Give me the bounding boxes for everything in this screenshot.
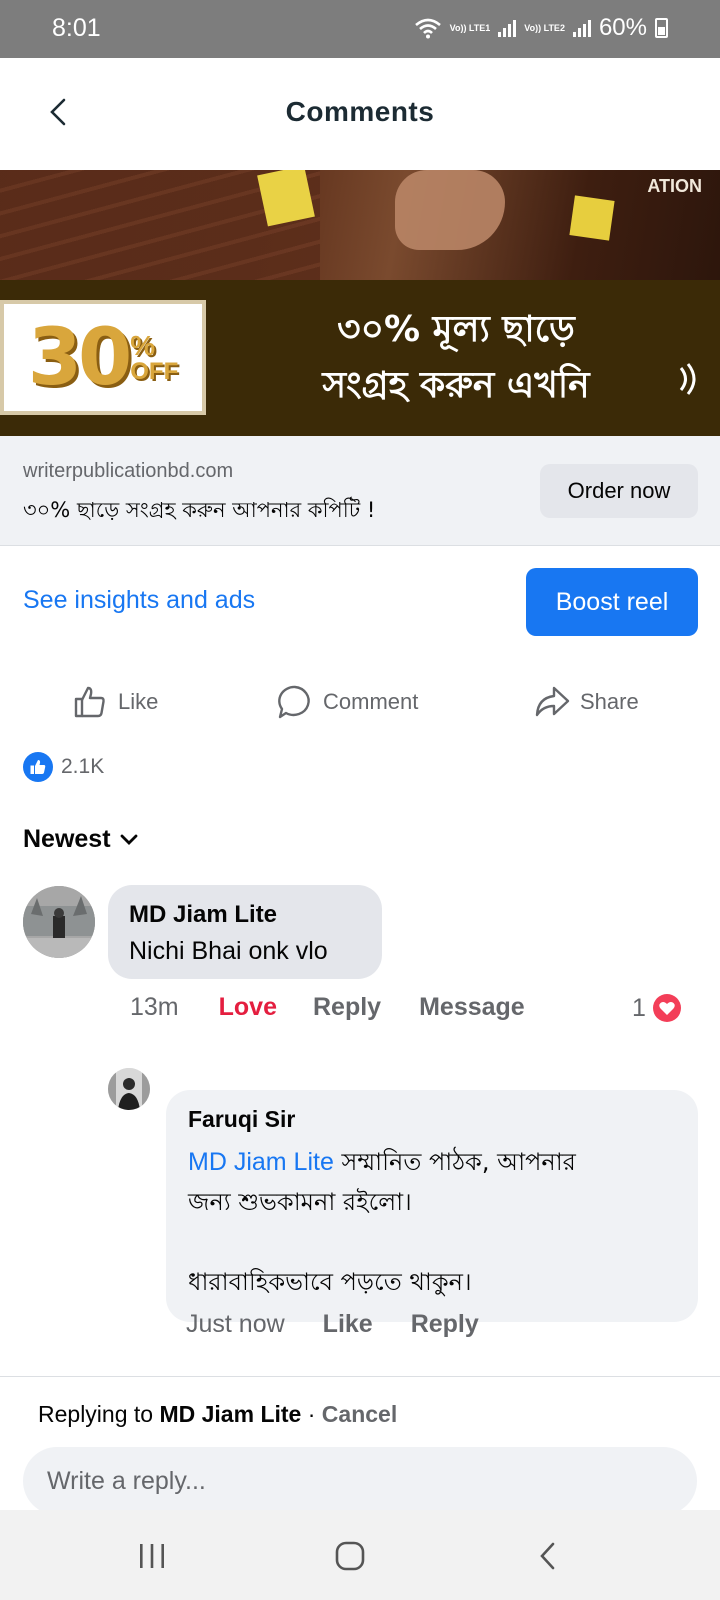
page-title: Comments [285, 96, 435, 127]
home-icon [335, 1541, 365, 1571]
reply-like-link[interactable]: Like [323, 1310, 373, 1339]
comment-bubble[interactable]: MD Jiam Lite Nichi Bhai onk vlo [108, 885, 382, 979]
network-lte2: Vo)) LTE2 [524, 22, 565, 33]
replying-target: MD Jiam Lite [159, 1401, 302, 1427]
header: Comments [0, 58, 720, 168]
reply-text-line3: ধারাবাহিকভাবে পড়তে থাকুন। [188, 1268, 472, 1296]
comment-reaction-count: 1 [632, 993, 646, 1022]
reply-text-line1: সম্মানিত পাঠক, আপনার [333, 1148, 576, 1176]
ad-headline: ৩০% মূল্য ছাড়ে সংগ্রহ করুন এখনি [222, 302, 690, 414]
wifi-icon [414, 18, 441, 39]
ad-tagline: ৩০% ছাড়ে সংগ্রহ করুন আপনার কপিটি ! [23, 498, 376, 522]
comment-time: 13m [130, 993, 179, 1021]
heart-icon [652, 994, 681, 1022]
signal-icon [498, 19, 517, 37]
order-now-button[interactable]: Order now [540, 464, 698, 518]
system-nav-bar [0, 1510, 720, 1600]
comment-author[interactable]: MD Jiam Lite [129, 901, 277, 929]
ad-headline-line2: সংগ্রহ করুন এখনি [322, 365, 590, 406]
like-label: Like [118, 689, 159, 714]
ad-link-bar[interactable]: writerpublicationbd.com ৩০% ছাড়ে সংগ্রহ… [0, 436, 720, 546]
reaction-count: 2.1K [61, 755, 105, 778]
ad-photo-note [569, 195, 615, 241]
share-label: Share [580, 689, 639, 714]
love-link[interactable]: Love [219, 993, 277, 1022]
replying-separator: · [301, 1401, 322, 1427]
sort-dropdown[interactable]: Newest [23, 825, 139, 854]
ad-photo: ATION [0, 170, 720, 280]
avatar[interactable] [23, 886, 95, 958]
reply-meta: Just now Like Reply [186, 1310, 479, 1339]
avatar[interactable] [108, 1068, 150, 1110]
status-icons: Vo)) LTE1 Vo)) LTE2 60% [414, 14, 668, 42]
share-icon [535, 686, 570, 717]
discount-number: 30 [27, 312, 133, 403]
ad-photo-note [257, 170, 315, 227]
reply-time: Just now [186, 1310, 285, 1338]
reply-composer: Replying to MD Jiam Lite · Cancel [0, 1376, 720, 1515]
recent-apps-button[interactable] [122, 1528, 182, 1584]
discount-percent: % [130, 329, 156, 361]
reply-spacer [188, 1222, 680, 1262]
comment-icon [278, 685, 310, 719]
message-link[interactable]: Message [419, 993, 525, 1022]
ad-banner: 30 % OFF ৩০% মূল্য ছাড়ে সংগ্রহ করুন এখন… [0, 280, 720, 436]
sound-icon[interactable] [678, 362, 700, 396]
reaction-summary[interactable]: 2.1K [23, 752, 104, 782]
ad-image[interactable]: ATION 30 % OFF ৩০% মূল্য ছাড়ে সংগ্রহ কর… [0, 170, 720, 436]
cancel-reply-button[interactable]: Cancel [322, 1401, 397, 1427]
like-button[interactable]: Like [72, 672, 158, 732]
ad-headline-line1: ৩০% মূল্য ছাড়ে [337, 309, 575, 350]
like-reaction-icon [23, 752, 53, 782]
see-insights-link[interactable]: See insights and ads [23, 586, 255, 615]
home-button[interactable] [320, 1528, 380, 1584]
battery-percent: 60% [598, 14, 647, 41]
discount-badge: 30 % OFF [0, 300, 206, 415]
comment-text: Nichi Bhai onk vlo [129, 937, 328, 965]
action-row: Like Comment Share [0, 672, 720, 732]
signal-icon [572, 19, 591, 37]
recent-apps-icon [140, 1544, 164, 1568]
comment-reactions[interactable]: 1 [632, 993, 682, 1023]
boost-reel-button[interactable]: Boost reel [526, 568, 698, 636]
chevron-down-icon [120, 834, 137, 845]
replying-prefix: Replying to [38, 1401, 160, 1427]
comment-label: Comment [323, 689, 419, 714]
thumbs-up-icon [30, 760, 46, 774]
comment-meta: 13m Love Reply Message [130, 993, 525, 1022]
system-back-button[interactable] [518, 1528, 578, 1584]
avatar-image [108, 1068, 150, 1110]
thumbs-up-icon [74, 686, 105, 718]
status-bar: 8:01 Vo)) LTE1 Vo)) LTE2 60% [0, 0, 720, 58]
reply-reply-link[interactable]: Reply [411, 1310, 479, 1339]
reply-bubble[interactable]: Faruqi Sir MD Jiam Lite সম্মানিত পাঠক, আ… [166, 1090, 698, 1322]
replying-to-label: Replying to MD Jiam Lite · Cancel [38, 1401, 397, 1428]
reply-input[interactable] [23, 1447, 697, 1515]
reply-text: MD Jiam Lite সম্মানিত পাঠক, আপনার জন্য শ… [188, 1142, 680, 1302]
sort-label: Newest [23, 825, 111, 853]
comment-button[interactable]: Comment [277, 672, 418, 732]
mention-link[interactable]: MD Jiam Lite [188, 1148, 334, 1176]
battery-icon [655, 18, 668, 38]
ad-photo-text: ATION [647, 176, 702, 196]
ad-domain: writerpublicationbd.com [23, 460, 234, 482]
reply-text-line2: জন্য শুভকামনা রইলো। [188, 1188, 412, 1216]
reply-author[interactable]: Faruqi Sir [188, 1106, 295, 1133]
share-button[interactable]: Share [534, 672, 639, 732]
chevron-left-icon [540, 1542, 555, 1570]
status-time: 8:01 [52, 14, 101, 42]
reply-link[interactable]: Reply [313, 993, 381, 1022]
network-lte1: Vo)) LTE1 [449, 22, 491, 33]
avatar-image [23, 886, 95, 958]
ad-photo-hand [395, 170, 505, 250]
discount-off: OFF [130, 357, 179, 385]
discount-side: % OFF [130, 329, 179, 385]
